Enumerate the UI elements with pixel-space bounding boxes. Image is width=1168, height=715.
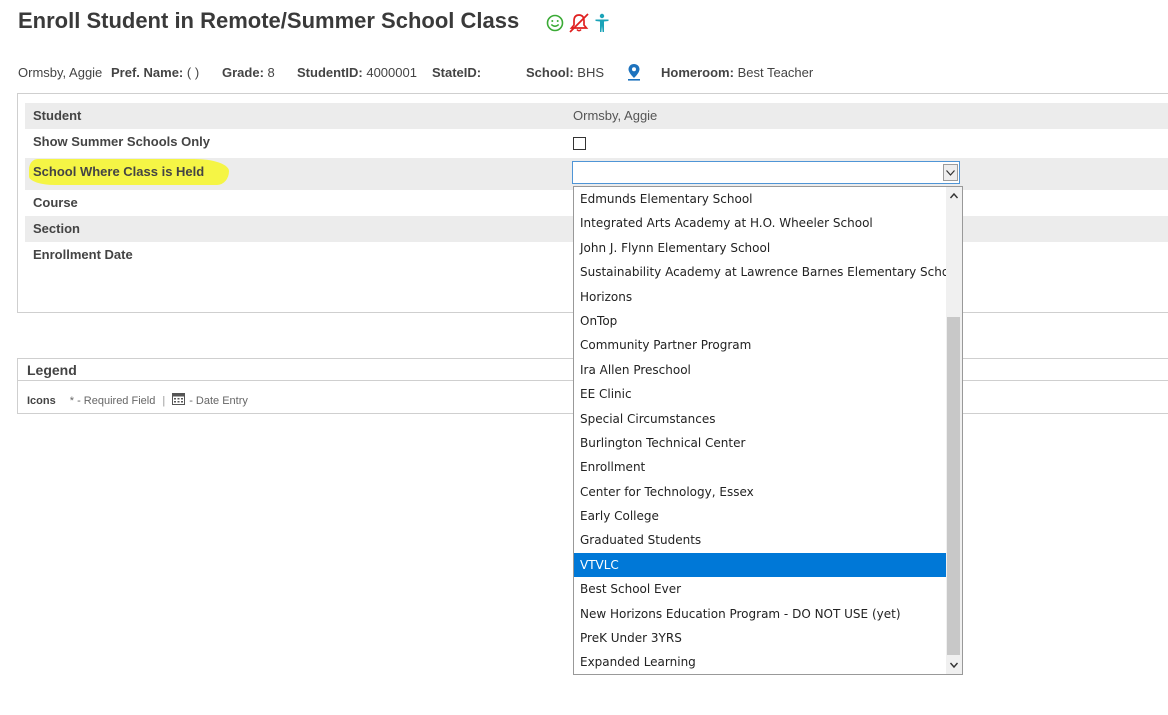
enrollment-date-label: Enrollment Date: [33, 247, 133, 262]
accessibility-icon[interactable]: [594, 13, 610, 33]
school-option[interactable]: Graduated Students: [574, 528, 946, 552]
school-option[interactable]: VTVLC: [574, 552, 946, 578]
school-options: Edmunds Elementary School Integrated Arts…: [574, 187, 960, 675]
school-option[interactable]: OnTop: [574, 309, 946, 333]
school-label: School:: [526, 65, 574, 80]
school-option[interactable]: PreK Under 3YRS: [574, 626, 946, 650]
page-title: Enroll Student in Remote/Summer School C…: [18, 8, 520, 33]
summer-only-checkbox[interactable]: [573, 137, 586, 150]
school-option[interactable]: John J. Flynn Elementary School: [574, 236, 946, 260]
school-option[interactable]: Ira Allen Preschool: [574, 358, 946, 382]
legend-separator: |: [162, 394, 166, 407]
school-option[interactable]: Edmunds Elementary School: [574, 187, 946, 211]
summer-only-row: Show Summer Schools Only: [25, 129, 1168, 158]
school-option[interactable]: Enrollment: [574, 455, 946, 479]
scrollbar-thumb[interactable]: [947, 317, 960, 655]
school-dropdown-list[interactable]: Edmunds Elementary School Integrated Arts…: [573, 186, 963, 675]
title-icons: [546, 13, 610, 33]
student-id-label: StudentID:: [297, 65, 363, 80]
school-option[interactable]: Early College: [574, 504, 946, 528]
pref-name-value: ( ): [186, 65, 200, 80]
chevron-down-icon[interactable]: [943, 164, 958, 181]
school-where-held-label: School Where Class is Held: [29, 159, 229, 185]
school-option[interactable]: New Horizons Education Program - DO NOT …: [574, 602, 946, 626]
school-option[interactable]: EE Clinic: [574, 382, 946, 406]
student-row: Student Ormsby, Aggie: [25, 103, 1168, 129]
school-option[interactable]: Center for Technology, Essex: [574, 480, 946, 504]
homeroom-value: Best Teacher: [737, 65, 814, 80]
student-id-value: 4000001: [366, 65, 417, 80]
smiley-icon[interactable]: [546, 14, 564, 32]
scroll-down-icon[interactable]: [949, 660, 959, 670]
school-option[interactable]: Special Circumstances: [574, 407, 946, 431]
school-option[interactable]: Community Partner Program: [574, 333, 946, 357]
course-label: Course: [33, 195, 78, 210]
summer-only-label: Show Summer Schools Only: [33, 134, 210, 149]
section-label: Section: [33, 221, 80, 236]
scroll-up-icon[interactable]: [949, 191, 959, 201]
legend-title: Legend: [27, 362, 77, 378]
legend-icons-label: Icons: [27, 394, 56, 407]
school-value: BHS: [577, 65, 605, 80]
legend-row: Icons * - Required Field | - Date Entry: [27, 393, 248, 408]
school-select[interactable]: [572, 161, 960, 184]
state-id-label: StateID:: [432, 65, 482, 80]
school-option[interactable]: Horizons: [574, 285, 946, 309]
student-value: Ormsby, Aggie: [573, 108, 658, 123]
date-entry-text: - Date Entry: [189, 394, 248, 407]
calendar-icon: [172, 393, 186, 408]
school-option[interactable]: Best School Ever: [574, 577, 946, 601]
grade-label: Grade:: [222, 65, 264, 80]
student-name: Ormsby, Aggie: [18, 65, 103, 80]
homeroom-label: Homeroom:: [661, 65, 734, 80]
student-label: Student: [33, 108, 82, 123]
dropdown-scrollbar[interactable]: [946, 187, 962, 674]
pref-name-label: Pref. Name:: [111, 65, 184, 80]
school-option[interactable]: Sustainability Academy at Lawrence Barne…: [574, 260, 960, 284]
alert-bell-off-icon[interactable]: [568, 13, 590, 33]
school-option[interactable]: Expanded Learning: [574, 650, 946, 674]
school-option[interactable]: Burlington Technical Center: [574, 431, 946, 455]
location-pin-icon[interactable]: [627, 63, 641, 84]
required-field-text: * - Required Field: [69, 394, 156, 407]
grade-value: 8: [267, 65, 275, 80]
school-option[interactable]: Integrated Arts Academy at H.O. Wheeler …: [574, 211, 946, 235]
